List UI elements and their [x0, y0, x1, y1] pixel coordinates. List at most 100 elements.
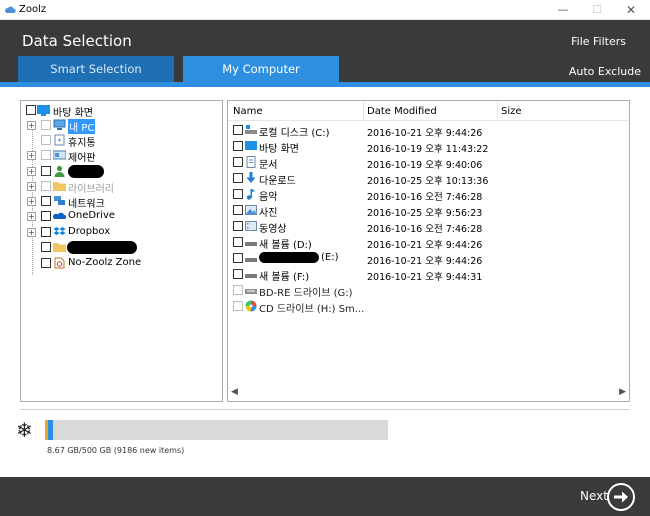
- column-header-size[interactable]: Size: [501, 106, 522, 117]
- local-disk-icon: [245, 125, 257, 134]
- section-divider: [20, 409, 630, 410]
- list-item[interactable]: CD 드라이브 (H:) Sm...: [228, 298, 629, 315]
- tree-item-desktop[interactable]: 바탕 화면: [21, 103, 221, 119]
- row-checkbox[interactable]: [233, 237, 243, 247]
- page-title: Data Selection: [22, 32, 132, 50]
- file-date: 2016-10-21 오후 9:44:26: [367, 256, 483, 267]
- libraries-icon: [53, 182, 66, 191]
- tree-checkbox[interactable]: [41, 258, 51, 268]
- no-zoolz-icon: [54, 257, 65, 269]
- row-checkbox[interactable]: [233, 157, 243, 167]
- pc-icon: [53, 119, 66, 130]
- tree-checkbox[interactable]: [26, 105, 36, 115]
- storage-usage-text: 8.67 GB/500 GB (9186 new items): [47, 446, 185, 455]
- list-item[interactable]: BD-RE 드라이브 (G:): [228, 282, 629, 299]
- next-label[interactable]: Next: [580, 489, 608, 503]
- list-item[interactable]: 음악 2016-10-16 오전 7:46:28: [228, 186, 629, 203]
- row-checkbox[interactable]: [233, 141, 243, 151]
- expand-icon[interactable]: +: [27, 197, 36, 206]
- file-name: 사진: [259, 208, 278, 219]
- tree-item-control-panel[interactable]: + 제어판: [21, 148, 221, 164]
- expand-icon[interactable]: +: [27, 167, 36, 176]
- file-name: 다운로드: [259, 176, 296, 187]
- downloads-icon: [246, 172, 256, 183]
- row-checkbox[interactable]: [233, 221, 243, 231]
- file-list[interactable]: Name Date Modified Size 로컬 디스크 (C:) 2016…: [227, 100, 630, 402]
- auto-exclude-link[interactable]: Auto Exclude: [569, 65, 641, 78]
- expand-icon[interactable]: +: [27, 121, 36, 130]
- tree-checkbox[interactable]: [41, 242, 51, 252]
- tree-item-this-pc[interactable]: + 내 PC: [21, 118, 221, 134]
- list-item[interactable]: 바탕 화면 2016-10-19 오후 11:43:22: [228, 138, 629, 155]
- row-checkbox[interactable]: [233, 269, 243, 279]
- list-item[interactable]: 새 볼륨 (D:) 2016-10-21 오후 9:44:26: [228, 234, 629, 251]
- tree-checkbox[interactable]: [41, 181, 51, 191]
- list-item[interactable]: 동영상 2016-10-16 오전 7:46:28: [228, 218, 629, 235]
- list-item[interactable]: 새 볼륨 (F:) 2016-10-21 오후 9:44:31: [228, 266, 629, 283]
- folder-icon: [53, 243, 66, 252]
- column-separator[interactable]: [363, 101, 364, 121]
- close-button[interactable]: ✕: [614, 0, 648, 20]
- app-header: Data Selection File Filters Auto Exclude…: [0, 20, 650, 83]
- scroll-left-icon[interactable]: ◀: [231, 387, 238, 397]
- maximize-button[interactable]: ☐: [580, 0, 614, 20]
- row-checkbox[interactable]: [233, 205, 243, 215]
- tree-item-label: 휴지통: [68, 138, 96, 149]
- file-name: 바탕 화면: [259, 144, 299, 155]
- folder-tree[interactable]: 바탕 화면 + 내 PC 휴지통 + 제어판 + + 라이브러리 + 네트워크: [20, 100, 223, 402]
- expand-icon[interactable]: +: [27, 228, 36, 237]
- list-item[interactable]: (E:) 2016-10-21 오후 9:44:26: [228, 250, 629, 267]
- tree-item-label: 제어판: [68, 153, 96, 164]
- row-checkbox[interactable]: [233, 173, 243, 183]
- row-checkbox[interactable]: [233, 285, 243, 295]
- tree-item-libraries[interactable]: + 라이브러리: [21, 179, 221, 195]
- file-date: 2016-10-21 오후 9:44:26: [367, 128, 483, 139]
- horizontal-scrollbar[interactable]: ◀ ▶: [228, 385, 629, 401]
- onedrive-icon: [53, 212, 66, 219]
- list-item[interactable]: 문서 2016-10-19 오후 9:40:06: [228, 154, 629, 171]
- minimize-button[interactable]: —: [546, 0, 580, 20]
- tree-item-network[interactable]: + 네트워크: [21, 194, 221, 210]
- tree-item-dropbox[interactable]: + Dropbox: [21, 225, 221, 240]
- row-checkbox[interactable]: [233, 189, 243, 199]
- list-item[interactable]: 다운로드 2016-10-25 오후 10:13:36: [228, 170, 629, 187]
- tree-item-folder[interactable]: [21, 240, 221, 255]
- file-date: 2016-10-16 오전 7:46:28: [367, 224, 483, 235]
- tree-item-user[interactable]: +: [21, 164, 221, 179]
- tree-item-no-zoolz-zone[interactable]: No-Zoolz Zone: [21, 256, 221, 271]
- expand-icon[interactable]: +: [27, 212, 36, 221]
- file-filters-link[interactable]: File Filters: [571, 35, 626, 48]
- tree-checkbox[interactable]: [41, 150, 51, 160]
- row-checkbox[interactable]: [233, 253, 243, 263]
- column-header-name[interactable]: Name: [233, 106, 263, 117]
- tree-checkbox[interactable]: [41, 227, 51, 237]
- row-checkbox[interactable]: [233, 301, 243, 311]
- file-date: 2016-10-16 오전 7:46:28: [367, 192, 483, 203]
- column-separator[interactable]: [497, 101, 498, 121]
- tree-item-recycle-bin[interactable]: 휴지통: [21, 133, 221, 149]
- tree-checkbox[interactable]: [41, 166, 51, 176]
- tree-item-label: 라이브러리: [68, 184, 114, 195]
- window-title: Zoolz: [19, 4, 47, 15]
- expand-icon[interactable]: +: [27, 151, 36, 160]
- next-arrow-icon[interactable]: [606, 482, 636, 512]
- column-header-date-modified[interactable]: Date Modified: [367, 106, 437, 117]
- tree-checkbox[interactable]: [41, 211, 51, 221]
- tab-my-computer[interactable]: My Computer: [183, 56, 339, 83]
- zoolz-cloud-icon: [5, 6, 16, 13]
- file-name: CD 드라이브 (H:) Sm...: [259, 304, 365, 315]
- scroll-right-icon[interactable]: ▶: [619, 387, 626, 397]
- desktop-icon: [37, 105, 50, 116]
- tree-item-onedrive[interactable]: + OneDrive: [21, 209, 221, 224]
- tree-checkbox[interactable]: [41, 120, 51, 130]
- list-item[interactable]: 사진 2016-10-25 오후 9:56:23: [228, 202, 629, 219]
- row-checkbox[interactable]: [233, 125, 243, 135]
- tab-smart-selection[interactable]: Smart Selection: [18, 56, 174, 83]
- cd-drive-icon: [245, 300, 257, 312]
- expand-icon[interactable]: +: [27, 182, 36, 191]
- window-title-bar: Zoolz — ☐ ✕: [0, 0, 650, 20]
- tree-checkbox[interactable]: [41, 196, 51, 206]
- list-item[interactable]: 로컬 디스크 (C:) 2016-10-21 오후 9:44:26: [228, 122, 629, 139]
- tree-checkbox[interactable]: [41, 135, 51, 145]
- file-date: 2016-10-25 오후 9:56:23: [367, 208, 483, 219]
